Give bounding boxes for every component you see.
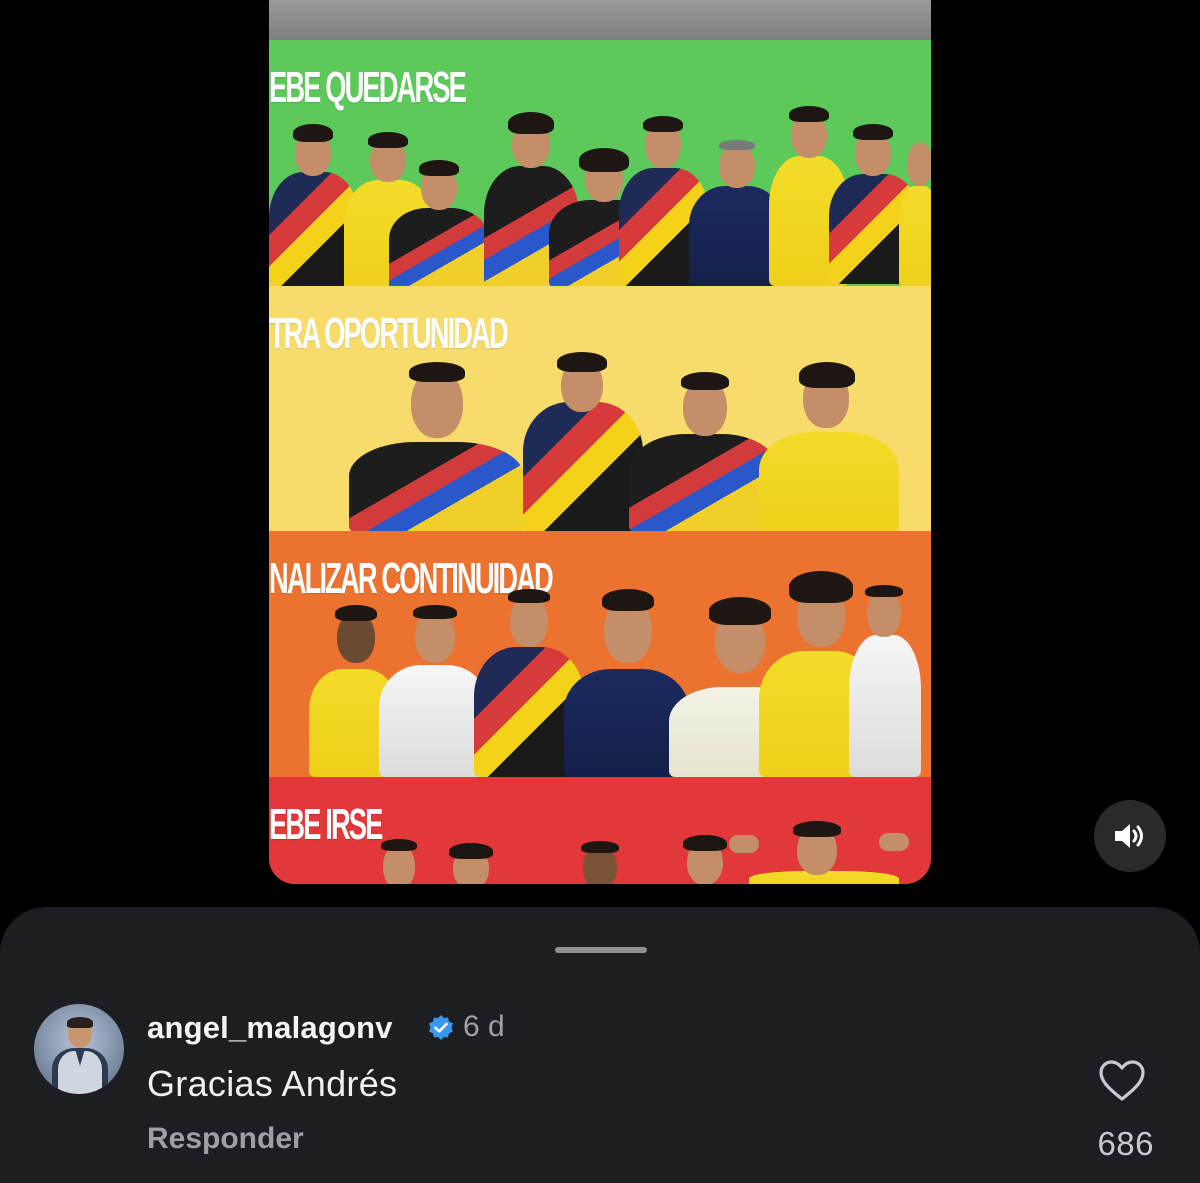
player-figure xyxy=(849,585,921,777)
media-top-strip xyxy=(269,0,931,40)
verified-badge-icon xyxy=(429,1015,453,1040)
comments-sheet: angel_malagonv 6 d Gracias Andrés Respon… xyxy=(0,907,1200,1183)
player-figure xyxy=(389,160,489,286)
player-figure xyxy=(629,372,779,531)
heart-outline-icon[interactable] xyxy=(1098,1059,1146,1103)
like-count: 686 xyxy=(1097,1125,1154,1162)
player-figure xyxy=(509,352,649,531)
tier-green: EBE QUEDARSE xyxy=(269,40,931,286)
player-figure xyxy=(379,605,489,777)
player-figure xyxy=(447,843,497,884)
tier-red: EBE IRSE xyxy=(269,777,931,884)
tier-label-4: EBE IRSE xyxy=(269,800,383,849)
player-figure xyxy=(379,839,419,884)
screen: EBE QUEDARSE TRA OPORTUNIDAD NALIZAR CON… xyxy=(0,0,1200,1183)
player-figure xyxy=(579,841,619,884)
speaker-volume-icon xyxy=(1115,824,1143,848)
player-figure xyxy=(349,362,524,531)
sheet-drag-handle[interactable] xyxy=(555,947,647,953)
reply-button[interactable]: Responder xyxy=(147,1122,304,1156)
avatar[interactable] xyxy=(34,1004,124,1094)
story-media[interactable]: EBE QUEDARSE TRA OPORTUNIDAD NALIZAR CON… xyxy=(269,0,931,884)
tier-orange: NALIZAR CONTINUIDAD xyxy=(269,531,931,777)
player-figure xyxy=(899,138,931,286)
tier-yellow: TRA OPORTUNIDAD xyxy=(269,286,931,531)
player-figure xyxy=(729,821,909,884)
player-figure xyxy=(759,362,899,531)
comment-username[interactable]: angel_malagonv xyxy=(147,1010,393,1046)
comment-timestamp: 6 d xyxy=(463,1010,505,1043)
sound-toggle-button[interactable] xyxy=(1094,800,1166,872)
tier-label-1: EBE QUEDARSE xyxy=(269,63,467,112)
player-figure xyxy=(679,835,731,884)
comment-text: Gracias Andrés xyxy=(147,1063,398,1104)
tier-label-2: TRA OPORTUNIDAD xyxy=(269,309,509,358)
